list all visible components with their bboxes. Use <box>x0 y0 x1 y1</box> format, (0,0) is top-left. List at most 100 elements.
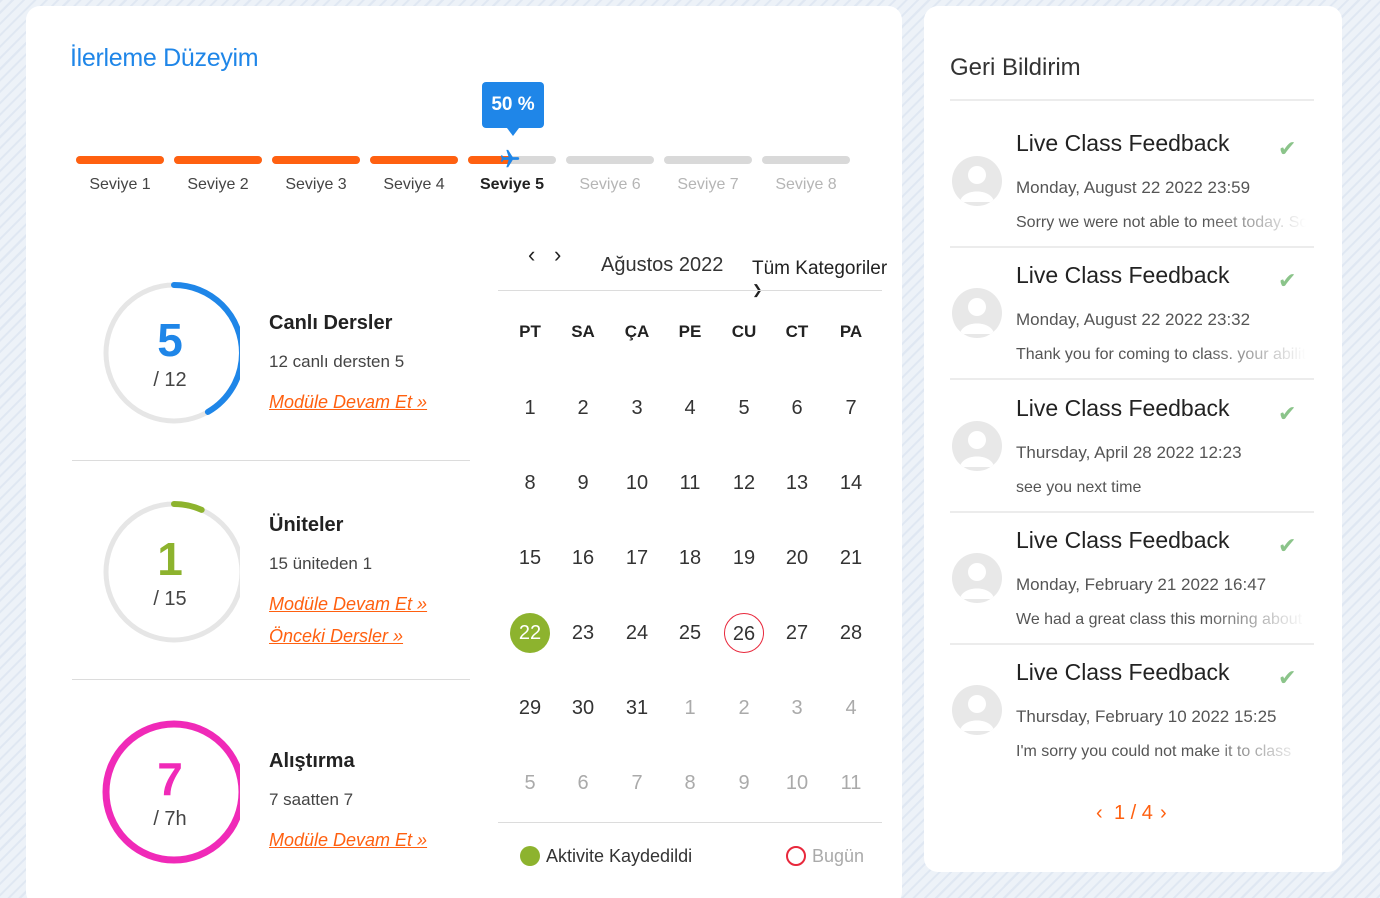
calendar-day[interactable]: 6 <box>777 388 817 428</box>
calendar-day[interactable]: 1 <box>510 388 550 428</box>
calendar-day[interactable]: 10 <box>617 463 657 503</box>
calendar-day[interactable]: 5 <box>510 763 550 803</box>
calendar-day[interactable]: 21 <box>831 538 871 578</box>
feedback-divider <box>950 511 1314 513</box>
continue-module-link[interactable]: Modüle Devam Et » <box>269 392 427 413</box>
weekday-label: PA <box>839 322 863 341</box>
calendar-day[interactable]: 15 <box>510 538 550 578</box>
weekday-label: CT <box>785 322 809 341</box>
feedback-item[interactable]: Live Class Feedback ✔ Monday, August 22 20… <box>950 250 1314 382</box>
feedback-title-divider <box>950 99 1314 101</box>
calendar-day[interactable]: 16 <box>563 538 603 578</box>
feedback-item[interactable]: Live Class Feedback ✔ Monday, February 21 … <box>950 515 1314 647</box>
feedback-item[interactable]: Live Class Feedback ✔ Thursday, February 1… <box>950 647 1314 779</box>
pager-prev-button[interactable]: ‹ <box>1096 802 1103 825</box>
avatar <box>952 156 1002 206</box>
calendar-day[interactable]: 4 <box>831 688 871 728</box>
calendar-day[interactable]: 8 <box>510 463 550 503</box>
stat-title: Üniteler <box>269 514 344 536</box>
weekday-label: PE <box>678 322 702 341</box>
calendar-footer-divider <box>498 822 882 823</box>
calendar-day[interactable]: 7 <box>617 763 657 803</box>
category-select[interactable]: Tüm Kategoriler ❯ <box>752 258 902 302</box>
level-bar-fill <box>272 156 360 164</box>
check-icon: ✔ <box>1278 533 1297 558</box>
feedback-title: Live Class Feedback <box>1016 527 1230 553</box>
calendar-day[interactable]: 12 <box>724 463 764 503</box>
calendar-day[interactable]: 27 <box>777 613 817 653</box>
weekday-label: ÇA <box>624 322 650 341</box>
pager-next-button[interactable]: › <box>1160 802 1167 825</box>
previous-lessons-link[interactable]: Önceki Dersler » <box>269 626 403 647</box>
calendar-day[interactable]: 3 <box>617 388 657 428</box>
level-label: Seviye 3 <box>285 176 347 193</box>
stat-description: 12 canlı dersten 5 <box>269 352 405 371</box>
plane-icon <box>500 149 520 168</box>
continue-module-link[interactable]: Modüle Devam Et » <box>269 594 427 615</box>
calendar-day[interactable]: 31 <box>617 688 657 728</box>
feedback-date: Monday, August 22 2022 23:32 <box>1016 310 1251 329</box>
stat-number: 1 <box>157 533 183 585</box>
calendar-day[interactable]: 25 <box>670 613 710 653</box>
feedback-item[interactable]: Live Class Feedback ✔ Thursday, April 28 2… <box>950 383 1314 515</box>
stat-title: Canlı Dersler <box>269 312 393 334</box>
calendar-day[interactable]: 1 <box>670 688 710 728</box>
calendar-day[interactable]: 19 <box>724 538 764 578</box>
calendar-day[interactable]: 3 <box>777 688 817 728</box>
weekday-label: CU <box>731 322 757 341</box>
today-legend-ring <box>786 846 806 866</box>
today-legend-label: Bugün <box>812 846 865 866</box>
calendar-day-today[interactable]: 26 <box>724 613 764 653</box>
stat-number: 7 <box>157 753 183 805</box>
calendar-day[interactable]: 28 <box>831 613 871 653</box>
check-icon: ✔ <box>1278 401 1297 426</box>
feedback-date: Monday, August 22 2022 23:59 <box>1016 178 1251 197</box>
calendar-day[interactable]: 9 <box>563 463 603 503</box>
calendar-prev-button[interactable]: ‹ <box>528 242 535 268</box>
calendar-next-button[interactable]: › <box>554 242 561 268</box>
calendar-day-activity[interactable]: 22 <box>510 613 550 653</box>
avatar <box>952 421 1002 471</box>
level-label: Seviye 4 <box>383 176 445 193</box>
user-avatar-icon <box>960 563 994 599</box>
pager-label: 1 / 4 <box>1114 802 1153 824</box>
calendar-day[interactable]: 8 <box>670 763 710 803</box>
calendar-day[interactable]: 13 <box>777 463 817 503</box>
calendar-day[interactable]: 6 <box>563 763 603 803</box>
weekday-label: PT <box>519 322 541 341</box>
calendar-day[interactable]: 17 <box>617 538 657 578</box>
calendar-day[interactable]: 29 <box>510 688 550 728</box>
calendar-day[interactable]: 4 <box>670 388 710 428</box>
calendar-day[interactable]: 18 <box>670 538 710 578</box>
calendar-day[interactable]: 9 <box>724 763 764 803</box>
calendar-day[interactable]: 20 <box>777 538 817 578</box>
stat-description: 7 saatten 7 <box>269 790 354 809</box>
feedback-title: Live Class Feedback <box>1016 130 1230 156</box>
feedback-date: Monday, February 21 2022 16:47 <box>1016 575 1267 594</box>
feedback-message: see you next time <box>1016 479 1142 496</box>
stat-divider <box>72 679 470 680</box>
calendar-day[interactable]: 2 <box>724 688 764 728</box>
level-label: Seviye 8 <box>775 176 837 193</box>
calendar-day[interactable]: 7 <box>831 388 871 428</box>
stat-total: / 15 <box>153 588 187 610</box>
level-bar <box>76 156 164 164</box>
progress-card: İlerleme Düzeyim 50 % Seviye 1 Seviye 2 Se… <box>26 6 902 898</box>
calendar-day[interactable]: 14 <box>831 463 871 503</box>
calendar-day[interactable]: 30 <box>563 688 603 728</box>
calendar-day[interactable]: 24 <box>617 613 657 653</box>
calendar-day[interactable]: 11 <box>831 763 871 803</box>
user-avatar-icon <box>960 431 994 467</box>
feedback-item[interactable]: Live Class Feedback ✔ Monday, August 22 20… <box>950 118 1314 250</box>
feedback-message: Thank you for coming to class. your abil… <box>1016 346 1306 363</box>
stat-total: / 12 <box>153 369 187 391</box>
avatar <box>952 288 1002 338</box>
calendar-day[interactable]: 10 <box>777 763 817 803</box>
calendar-day[interactable]: 2 <box>563 388 603 428</box>
feedback-divider <box>950 643 1314 645</box>
calendar-day[interactable]: 11 <box>670 463 710 503</box>
calendar-day[interactable]: 5 <box>724 388 764 428</box>
category-select-label: Tüm Kategoriler <box>752 258 888 279</box>
calendar-day[interactable]: 23 <box>563 613 603 653</box>
continue-module-link[interactable]: Modüle Devam Et » <box>269 830 427 851</box>
